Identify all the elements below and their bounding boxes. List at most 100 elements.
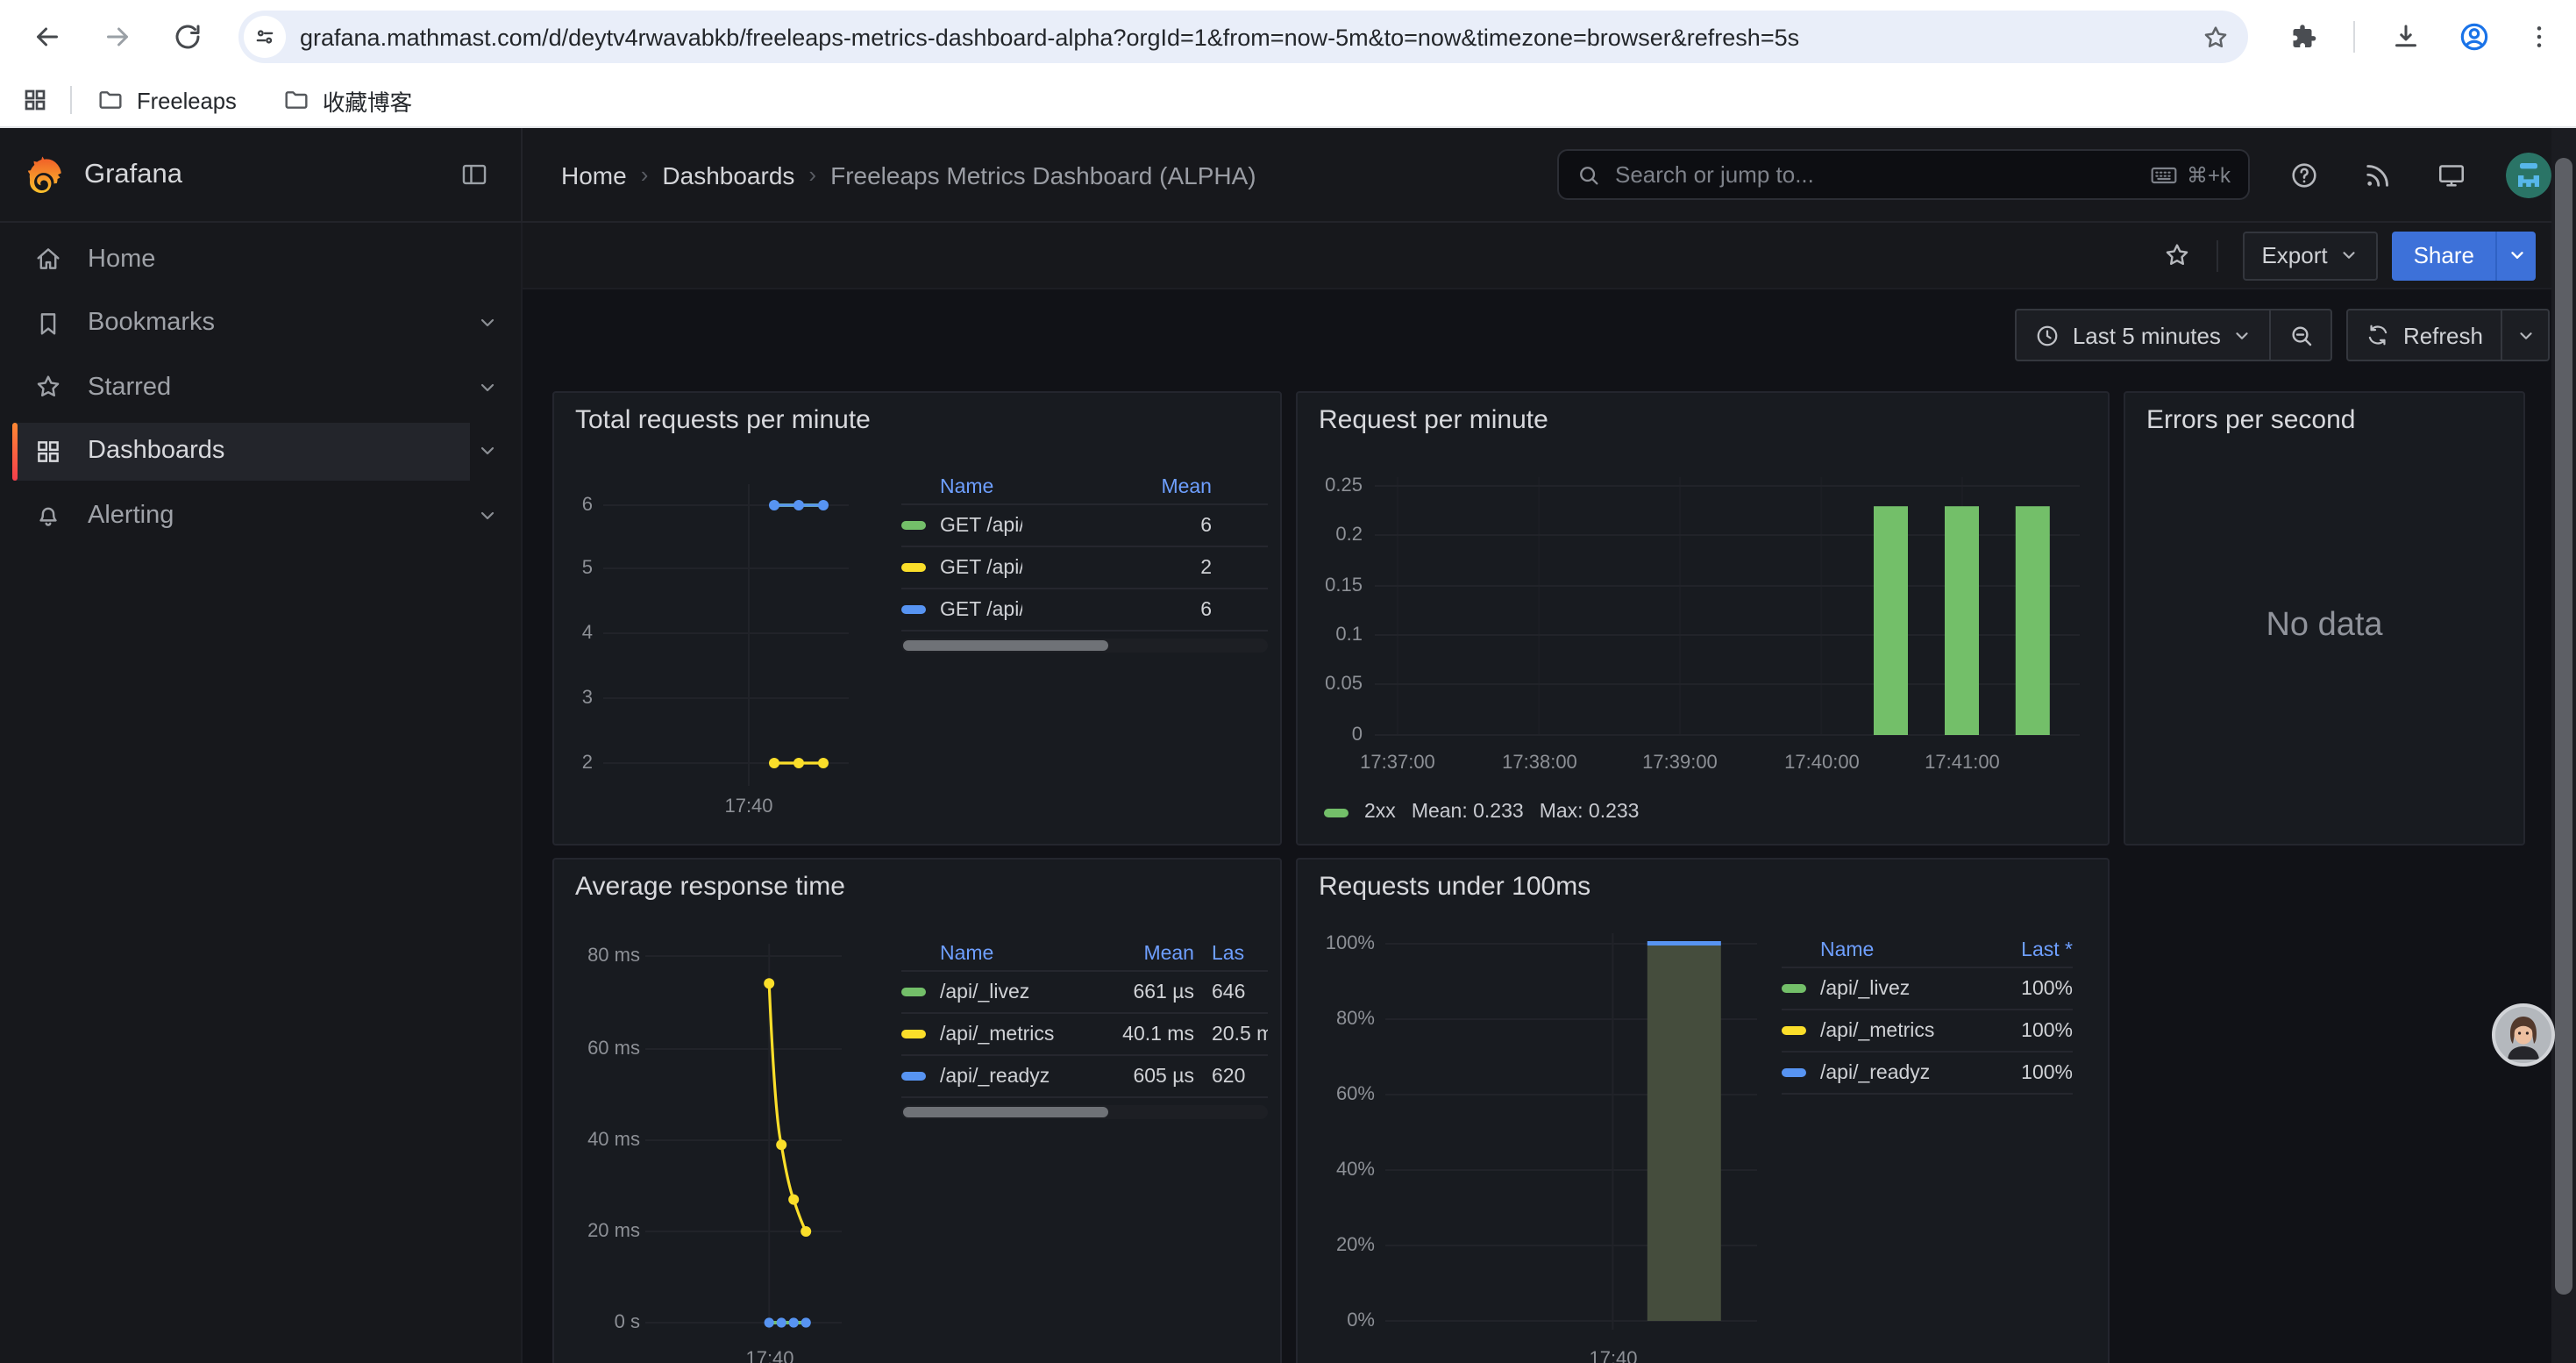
dashboard-canvas: Last 5 minutes Refresh [523, 289, 2576, 1363]
legend-col-mean[interactable]: Mean [1022, 476, 1268, 497]
refresh-interval-button[interactable] [2502, 310, 2548, 360]
breadcrumb: Home › Dashboards › Freeleaps Metrics Da… [561, 161, 1256, 189]
panel-title[interactable]: Errors per second [2146, 405, 2355, 435]
legend-col-name[interactable]: Name [1820, 939, 1968, 960]
site-settings-icon[interactable] [244, 16, 286, 58]
help-icon[interactable] [2288, 159, 2320, 190]
series-name: /api/_readyz [940, 1066, 1064, 1087]
y-tick: 0.05 [1298, 674, 1363, 695]
grafana-logo-icon[interactable] [25, 153, 65, 196]
refresh-button[interactable]: Refresh [2349, 310, 2501, 360]
dashboard-toolbar: Export Share [523, 223, 2576, 289]
breadcrumb-home[interactable]: Home [561, 161, 627, 189]
bar-chart[interactable] [1375, 477, 2080, 740]
series-color-green [901, 988, 926, 996]
legend-row[interactable]: /api/_metrics 100% [1782, 1010, 2073, 1053]
sidebar-toggle-icon[interactable] [459, 160, 489, 189]
legend-row[interactable]: GET /api/_metrics 2 [901, 547, 1268, 589]
series-mean: Mean: 0.233 [1412, 802, 1524, 823]
series-color-yellow [901, 1030, 926, 1038]
reload-icon[interactable] [172, 21, 203, 53]
legend-table: Name Mean GET /api/_livez 6 GET /api/_me… [901, 470, 1268, 653]
toolbar-divider [2216, 239, 2217, 271]
search-box[interactable]: ⌘+k [1557, 149, 2250, 200]
y-tick: 100% [1298, 933, 1375, 954]
y-tick: 40% [1298, 1160, 1375, 1181]
shortcut-label: ⌘+k [2187, 162, 2231, 187]
sidebar-item-label: Bookmarks [88, 309, 215, 337]
legend-row[interactable]: /api/_livez 100% [1782, 968, 2073, 1010]
x-tick: 17:40:00 [1766, 753, 1878, 774]
legend-scrollbar-thumb[interactable] [903, 640, 1108, 651]
panel-title[interactable]: Average response time [575, 872, 845, 902]
favorite-star-icon[interactable] [2161, 240, 2191, 270]
monitor-icon[interactable] [2436, 159, 2467, 190]
export-button[interactable]: Export [2242, 231, 2378, 280]
breadcrumb-dashboards[interactable]: Dashboards [662, 161, 794, 189]
legend-inline[interactable]: 2xx Mean: 0.233 Max: 0.233 [1324, 802, 1640, 823]
breadcrumb-separator: › [641, 161, 649, 188]
sidebar-item-dashboards[interactable]: Dashboards [12, 422, 509, 480]
series-last: 620 [1212, 1066, 1268, 1087]
user-avatar[interactable] [2506, 152, 2551, 197]
forward-icon[interactable] [102, 21, 133, 53]
sidebar-item-bookmarks[interactable]: Bookmarks [12, 294, 509, 352]
url-input[interactable] [300, 24, 2187, 50]
legend-col-name[interactable]: Name [940, 943, 1064, 964]
legend-col-last[interactable]: Last * [1968, 939, 2073, 960]
bar-chart[interactable] [1385, 933, 1757, 1330]
chevron-down-icon[interactable] [477, 440, 498, 461]
sidebar-item-alerting[interactable]: Alerting [12, 486, 509, 544]
profile-icon[interactable] [2457, 19, 2492, 54]
chevron-down-icon[interactable] [477, 312, 498, 333]
sidebar-item-label: Dashboards [88, 437, 224, 465]
sidebar-item-starred[interactable]: Starred [12, 358, 509, 416]
menu-kebab-icon[interactable] [2523, 21, 2555, 53]
timeseries-chart[interactable] [645, 944, 842, 1330]
time-range-picker[interactable]: Last 5 minutes [2017, 310, 2270, 360]
downloads-icon[interactable] [2390, 21, 2422, 53]
legend-row[interactable]: /api/_readyz 605 µs 620 [901, 1056, 1268, 1098]
panel-title[interactable]: Requests under 100ms [1319, 872, 1590, 902]
panel-title[interactable]: Request per minute [1319, 405, 1548, 435]
url-bar[interactable] [238, 11, 2248, 63]
chevron-down-icon[interactable] [477, 376, 498, 397]
legend-col-last[interactable]: Las [1212, 943, 1268, 964]
legend-row[interactable]: /api/_livez 661 µs 646 [901, 972, 1268, 1014]
apps-grid-icon[interactable] [21, 86, 49, 114]
bookmark-star-icon[interactable] [2201, 22, 2231, 52]
legend-scrollbar-thumb[interactable] [903, 1107, 1108, 1117]
extensions-icon[interactable] [2287, 21, 2318, 53]
x-tick: 17:40 [705, 796, 793, 817]
legend-row[interactable]: /api/_metrics 40.1 ms 20.5 m [901, 1014, 1268, 1056]
legend-col-name[interactable]: Name [940, 476, 1022, 497]
rss-icon[interactable] [2362, 159, 2394, 190]
zoom-out-button[interactable] [2272, 310, 2331, 360]
bookmark-folder-blogs[interactable]: 收藏博客 [282, 83, 412, 117]
legend-scrollbar [901, 1105, 1268, 1119]
browser-toolbar [0, 0, 2576, 74]
legend-row[interactable]: /api/_readyz 100% [1782, 1053, 2073, 1095]
legend-col-mean[interactable]: Mean [1064, 943, 1194, 964]
series-color-blue [1782, 1068, 1806, 1077]
window-scrollbar [2551, 128, 2576, 1363]
search-shortcut: ⌘+k [2150, 161, 2231, 189]
breadcrumb-separator: › [808, 161, 816, 188]
window-scrollbar-thumb[interactable] [2555, 158, 2572, 1295]
legend-row[interactable]: GET /api/_livez 6 [901, 505, 1268, 547]
floating-assistant-avatar[interactable] [2492, 1003, 2555, 1067]
time-range-group: Last 5 minutes [2015, 309, 2333, 361]
sidebar-item-label: Starred [88, 373, 171, 401]
share-menu-button[interactable] [2495, 231, 2536, 280]
chevron-down-icon[interactable] [477, 504, 498, 525]
legend-header: Name Mean Las [901, 937, 1268, 972]
timeseries-chart[interactable] [603, 484, 849, 786]
bookmark-folder-freeleaps[interactable]: Freeleaps [96, 86, 237, 114]
legend-row[interactable]: GET /api/_readyz 6 [901, 589, 1268, 632]
search-input[interactable] [1615, 161, 2150, 188]
sidebar-item-home[interactable]: Home [12, 230, 509, 288]
back-icon[interactable] [32, 21, 63, 53]
share-button[interactable]: Share [2393, 231, 2495, 280]
series-mean: 6 [1022, 515, 1268, 536]
panel-title[interactable]: Total requests per minute [575, 405, 871, 435]
